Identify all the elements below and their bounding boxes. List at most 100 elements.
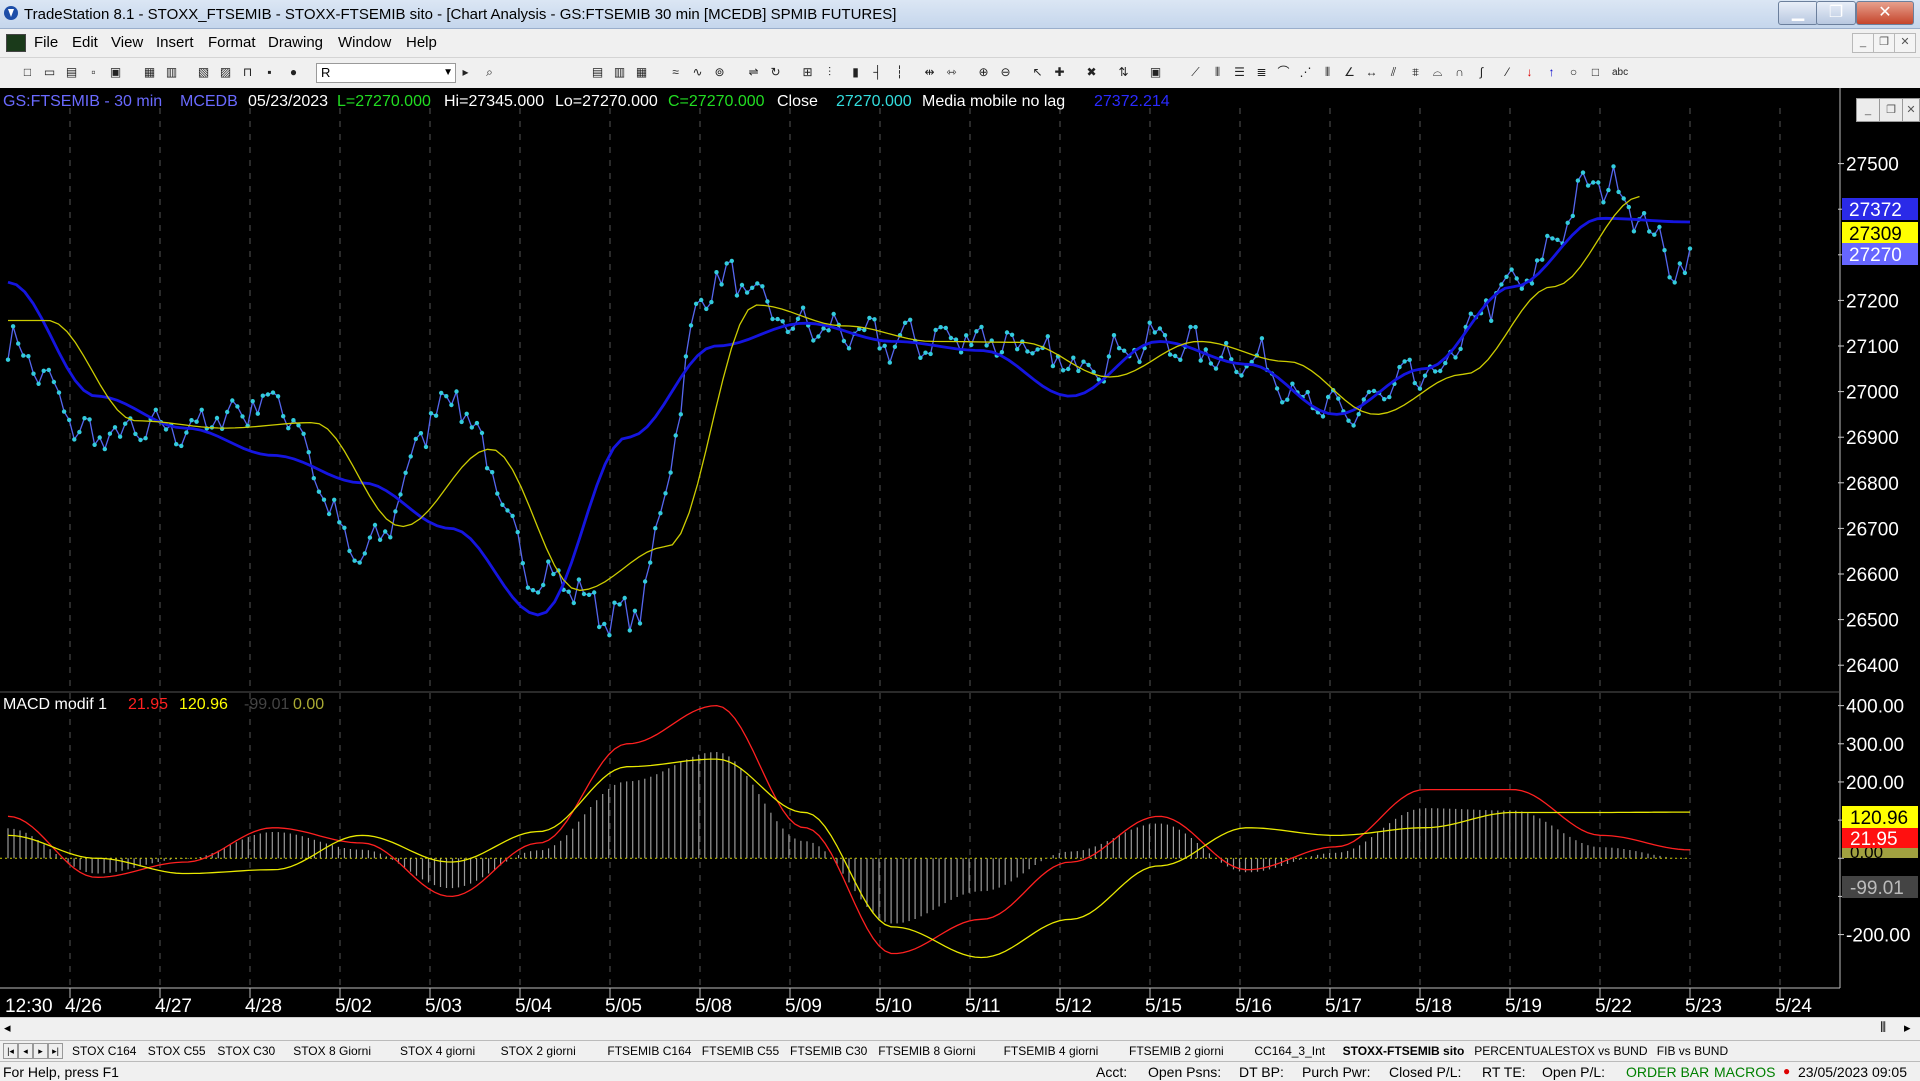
menu-format[interactable]: Format [208, 34, 256, 51]
tab-stox-2-giorni[interactable]: STOX 2 giorni [501, 1043, 576, 1059]
up-arrow-icon[interactable]: ↑ [1544, 65, 1559, 80]
zoom-out-icon[interactable]: ⊖ [998, 65, 1013, 80]
tab-ftsemib-8-giorni[interactable]: FTSEMIB 8 Giorni [878, 1043, 975, 1059]
print-preview-icon[interactable]: ▦ [142, 65, 157, 80]
tab-ftsemib-4-giorni[interactable]: FTSEMIB 4 giorni [1004, 1043, 1099, 1059]
window-cascade-icon[interactable]: ▧ [196, 65, 211, 80]
menu-help[interactable]: Help [406, 34, 437, 51]
new-icon[interactable]: □ [20, 65, 35, 80]
tab-ftsemib-c164[interactable]: FTSEMIB C164 [607, 1043, 691, 1059]
minimize-button[interactable]: ▁ [1778, 1, 1818, 25]
alert-icon[interactable]: ▣ [1148, 65, 1163, 80]
gann-icon[interactable]: ↔ [1364, 65, 1379, 80]
go-arrow-icon[interactable]: ▸ [458, 65, 473, 80]
ellipse-arc-icon[interactable]: ∩ [1452, 65, 1467, 80]
tab-stox-8-giorni[interactable]: STOX 8 Giorni [293, 1043, 371, 1059]
curve-icon[interactable]: ⁄ [1500, 65, 1515, 80]
scroll-left-icon[interactable]: ◂ [4, 1020, 11, 1036]
bar-chart-icon[interactable]: ⫶ [822, 65, 837, 80]
channel-icon[interactable]: ⩨ [1408, 65, 1423, 80]
tab-stoxx-ftsemib-sito[interactable]: STOXX-FTSEMIB sito [1343, 1043, 1465, 1059]
tools-icon[interactable]: ✖ [1084, 65, 1099, 80]
angle-icon[interactable]: ∠ [1342, 65, 1357, 80]
status-order-bar[interactable]: ORDER BAR [1626, 1064, 1709, 1080]
find-symbol-icon[interactable]: ⌕ [482, 65, 497, 80]
insert-indicator-icon[interactable]: ≈ [668, 65, 683, 80]
compress-icon[interactable]: ⇹ [922, 65, 937, 80]
tab-last-button[interactable]: ▸| [48, 1043, 63, 1059]
save-all-icon[interactable]: ▣ [108, 65, 123, 80]
vertical-lines-icon[interactable]: ⦀ [1210, 65, 1225, 80]
insert-strategy-icon[interactable]: ∿ [690, 65, 705, 80]
data-window-icon[interactable]: ▦ [634, 65, 649, 80]
chart-canvas[interactable]: 2750027400273002720027100270002690026800… [0, 88, 1920, 1014]
horizontal-lines-icon[interactable]: ☰ [1232, 65, 1247, 80]
tab-stox-c55[interactable]: STOX C55 [148, 1043, 206, 1059]
fibonacci-icon[interactable]: ≣ [1254, 65, 1269, 80]
tab-percentuale[interactable]: PERCENTUALE [1474, 1043, 1563, 1059]
rectangle-icon[interactable]: □ [1588, 65, 1603, 80]
status-macros[interactable]: MACROS [1714, 1064, 1775, 1080]
chart-style-icon[interactable]: ▤ [590, 65, 605, 80]
tab-stox-c164[interactable]: STOX C164 [72, 1043, 136, 1059]
horizontal-scrollbar[interactable]: ◂ ⦀ ▸ [0, 1017, 1920, 1040]
lock-icon[interactable]: ⊓ [240, 65, 255, 80]
tab-stox-4-giorni[interactable]: STOX 4 giorni [400, 1043, 475, 1059]
chart-format-icon[interactable]: ▥ [612, 65, 627, 80]
text-icon[interactable]: abc [1612, 65, 1628, 80]
refresh-icon[interactable]: ↻ [768, 65, 783, 80]
down-arrow-icon[interactable]: ↓ [1522, 65, 1537, 80]
mdi-close-button[interactable]: ✕ [1894, 33, 1916, 53]
fan-icon[interactable]: ⋰ [1298, 65, 1313, 80]
chart-close-button[interactable]: ✕ [1902, 98, 1920, 122]
menu-file[interactable]: File [34, 34, 58, 51]
histogram-icon[interactable]: ┆ [892, 65, 907, 80]
parallel-lines-icon[interactable]: ⫽ [1386, 65, 1401, 80]
tab-ftsemib-c55[interactable]: FTSEMIB C55 [702, 1043, 779, 1059]
chart-document-icon[interactable] [6, 34, 26, 52]
close-button[interactable]: ✕ [1856, 1, 1914, 25]
link-icon[interactable]: ▪ [262, 65, 277, 80]
chevron-down-icon[interactable]: ▼ [443, 64, 453, 82]
tab-ftsemib-c30[interactable]: FTSEMIB C30 [790, 1043, 867, 1059]
tab-cc164-3-int[interactable]: CC164_3_Int [1254, 1043, 1325, 1059]
andrews-pitchfork-icon[interactable]: ⫴ [1320, 65, 1335, 80]
strategy-report-icon[interactable]: ⊚ [712, 65, 727, 80]
tab-stox-c30[interactable]: STOX C30 [217, 1043, 275, 1059]
expand-icon[interactable]: ⇿ [944, 65, 959, 80]
maximize-button[interactable]: ❐ [1816, 1, 1856, 25]
scroll-icon[interactable]: ⇌ [746, 65, 761, 80]
cycle-icon[interactable]: ⌓ [1430, 65, 1445, 80]
menu-edit[interactable]: Edit [72, 34, 98, 51]
arc-icon[interactable]: ⌒ [1276, 65, 1291, 80]
open-icon[interactable]: ▭ [42, 65, 57, 80]
tab-prev-button[interactable]: ◂ [18, 1043, 33, 1059]
chart-window[interactable]: 2750027400273002720027100270002690026800… [0, 88, 1920, 1014]
order-icon[interactable]: ⇅ [1116, 65, 1131, 80]
crosshair-icon[interactable]: ✚ [1052, 65, 1067, 80]
chart-minimize-button[interactable]: _ [1856, 98, 1880, 122]
candle-icon[interactable]: ▮ [848, 65, 863, 80]
ellipse-icon[interactable]: ○ [1566, 65, 1581, 80]
menu-insert[interactable]: Insert [156, 34, 194, 51]
ohlc-icon[interactable]: ┤ [870, 65, 885, 80]
menu-drawing[interactable]: Drawing [268, 34, 323, 51]
zoom-in-icon[interactable]: ⊕ [976, 65, 991, 80]
window-tile-icon[interactable]: ▨ [218, 65, 233, 80]
freehand-icon[interactable]: ∫ [1474, 65, 1489, 80]
open-workspace-icon[interactable]: ▤ [64, 65, 79, 80]
menu-view[interactable]: View [111, 34, 143, 51]
chart-restore-button[interactable]: ❐ [1879, 98, 1903, 122]
save-icon[interactable]: ▫ [86, 65, 101, 80]
pointer-icon[interactable]: ↖ [1030, 65, 1045, 80]
scroll-zoom-icon[interactable]: ⦀ [1880, 1019, 1886, 1036]
tab-first-button[interactable]: |◂ [3, 1043, 18, 1059]
tab-ftsemib-2-giorni[interactable]: FTSEMIB 2 giorni [1129, 1043, 1224, 1059]
menu-window[interactable]: Window [338, 34, 391, 51]
mdi-restore-button[interactable]: ❐ [1873, 33, 1895, 53]
scroll-right-icon[interactable]: ▸ [1904, 1020, 1911, 1036]
mdi-minimize-button[interactable]: _ [1852, 33, 1874, 53]
trendline-icon[interactable]: ⟋ [1188, 65, 1203, 80]
tab-fib-vs-bund[interactable]: FIB vs BUND [1657, 1043, 1728, 1059]
tab-stox-vs-bund[interactable]: STOX vs BUND [1562, 1043, 1647, 1059]
